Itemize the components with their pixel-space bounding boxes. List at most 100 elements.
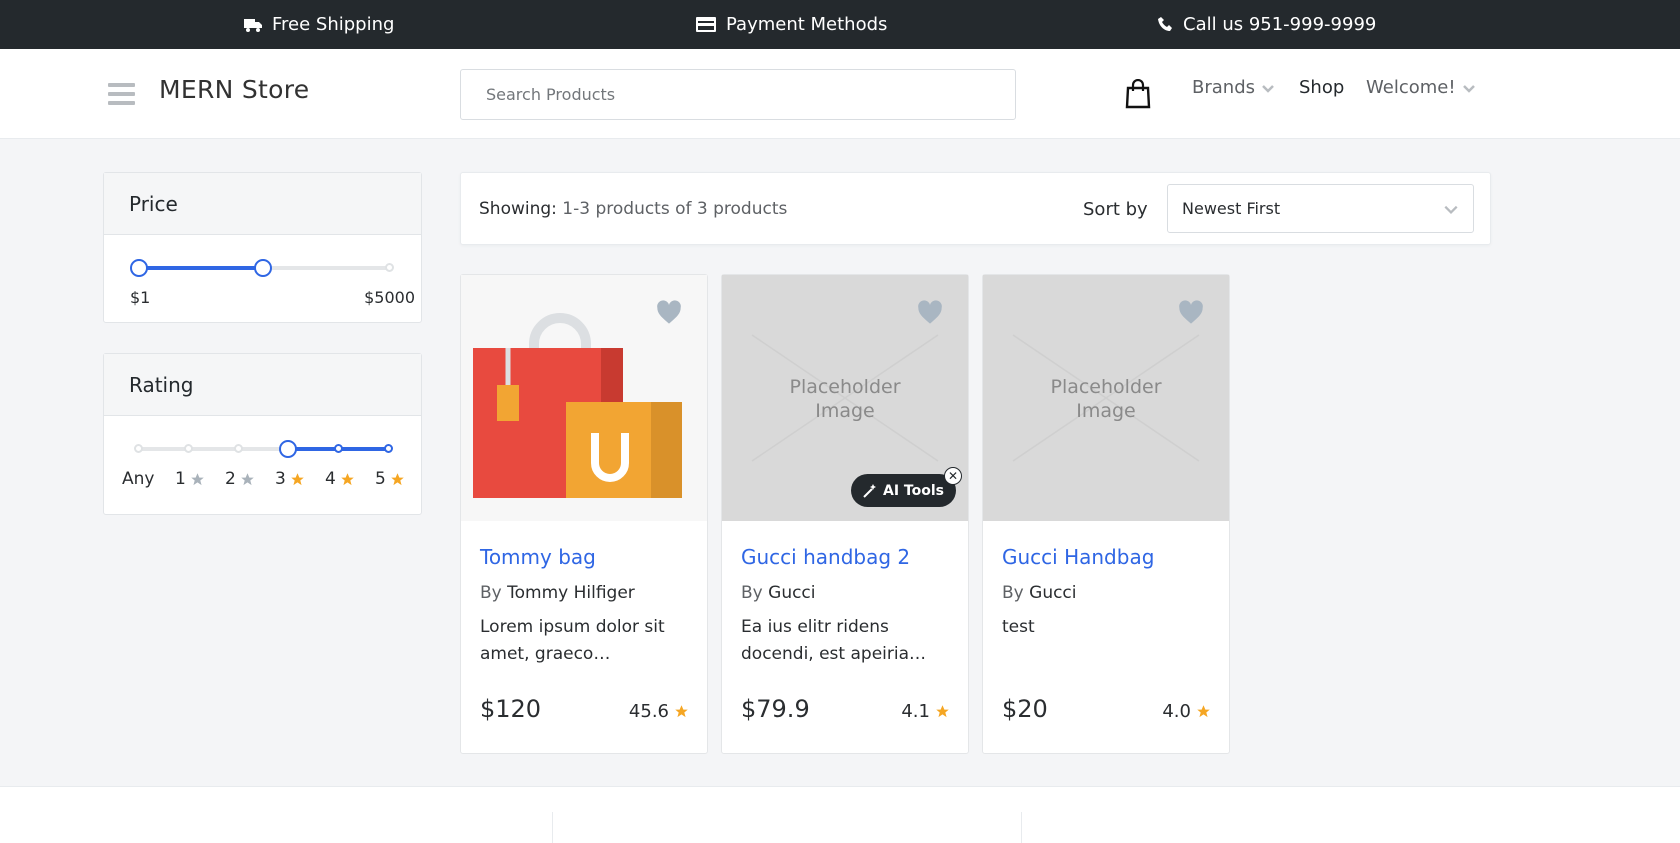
brand-name: Gucci: [1029, 583, 1077, 603]
product-brand: By Tommy Hilfiger: [480, 583, 635, 603]
product-price: $79.9: [741, 695, 810, 723]
rating-option-4[interactable]: 4: [325, 469, 355, 489]
site-header: MERN Store Brands Shop Welcome!: [0, 49, 1680, 139]
payment-methods-label: Payment Methods: [726, 14, 888, 35]
rating-slider[interactable]: Any 1 2 3 4 5: [104, 416, 421, 489]
product-brand: By Gucci: [741, 583, 816, 603]
brands-dropdown[interactable]: Brands: [1192, 77, 1275, 98]
magic-wand-icon: [863, 483, 876, 498]
product-name[interactable]: Gucci handbag 2: [741, 545, 910, 569]
shop-label: Shop: [1299, 77, 1345, 98]
rating-option-5[interactable]: 5: [375, 469, 405, 489]
truck-icon: [244, 18, 262, 32]
heart-icon[interactable]: [916, 299, 944, 325]
rating-filter: Rating Any 1 2 3 4 5: [103, 353, 422, 515]
footer-divider: [552, 812, 553, 843]
chevron-down-icon: [1262, 84, 1274, 93]
chevron-down-icon: [1444, 205, 1458, 214]
rating-filter-title: Rating: [104, 354, 421, 416]
product-name[interactable]: Gucci Handbag: [1002, 545, 1154, 569]
rating-option-any[interactable]: Any: [122, 469, 154, 489]
price-slider-end-mark: [385, 263, 394, 272]
store-logo[interactable]: MERN Store: [159, 75, 309, 104]
star-icon: [291, 472, 304, 485]
product-brand: By Gucci: [1002, 583, 1077, 603]
product-card[interactable]: Tommy bag By Tommy Hilfiger Lorem ipsum …: [460, 274, 708, 754]
product-image[interactable]: Placeholder Image: [983, 275, 1229, 521]
by-label: By: [480, 583, 502, 603]
star-icon: [675, 705, 688, 718]
placeholder-label: Placeholder Image: [1050, 376, 1162, 422]
close-icon[interactable]: ✕: [944, 467, 962, 485]
product-price: $20: [1002, 695, 1048, 723]
price-filter: Price $1 $5000: [103, 172, 422, 323]
price-min-label: $1: [130, 288, 151, 307]
ai-tools-label: AI Tools: [883, 482, 944, 499]
heart-icon[interactable]: [1177, 299, 1205, 325]
rating-mark-4[interactable]: [334, 444, 343, 453]
showing-value: 1-3 products of 3 products: [562, 199, 788, 219]
search-input[interactable]: [460, 69, 1016, 120]
star-icon: [391, 472, 404, 485]
product-card[interactable]: Placeholder Image Gucci handbag 2 By Gucc…: [721, 274, 969, 754]
rating-mark-1[interactable]: [184, 444, 193, 453]
heart-icon[interactable]: [655, 299, 683, 325]
rating-option-3[interactable]: 3: [275, 469, 305, 489]
star-icon: [341, 472, 354, 485]
menu-icon[interactable]: [108, 83, 135, 105]
product-price: $120: [480, 695, 542, 723]
price-slider[interactable]: $1 $5000: [104, 235, 421, 307]
rating-value: 4.1: [901, 701, 930, 722]
by-label: By: [741, 583, 763, 603]
product-card[interactable]: Placeholder Image Gucci Handbag By Gucci …: [982, 274, 1230, 754]
rating-mark-any[interactable]: [134, 444, 143, 453]
product-name[interactable]: Tommy bag: [480, 545, 596, 569]
star-icon: [191, 472, 204, 485]
rating-option-1[interactable]: 1: [175, 469, 205, 489]
product-rating: 4.0: [1162, 701, 1211, 722]
star-icon: [241, 472, 254, 485]
product-rating: 45.6: [629, 701, 689, 722]
rating-option-label: 1: [175, 469, 186, 489]
star-icon: [1197, 705, 1210, 718]
brand-name: Tommy Hilfiger: [507, 583, 635, 603]
chevron-down-icon: [1462, 84, 1475, 93]
rating-value: 45.6: [628, 701, 669, 722]
showing-label: Showing:: [479, 199, 557, 219]
rating-mark-2[interactable]: [234, 444, 243, 453]
payment-methods-info: Payment Methods: [696, 0, 887, 49]
rating-mark-5[interactable]: [384, 444, 393, 453]
product-image[interactable]: [461, 275, 707, 521]
shopping-bag-icon[interactable]: [1125, 79, 1151, 109]
product-description: test: [1002, 617, 1035, 637]
placeholder-label: Placeholder Image: [789, 376, 901, 422]
welcome-dropdown[interactable]: Welcome!: [1366, 77, 1476, 98]
brand-name: Gucci: [768, 583, 816, 603]
footer-divider: [1021, 812, 1022, 843]
product-description: Ea ius elitr ridens docendi, est apeiria…: [741, 617, 926, 664]
free-shipping-info: Free Shipping: [244, 0, 394, 49]
ai-tools-button[interactable]: AI Tools: [851, 474, 956, 507]
call-us-label: Call us 951-999-9999: [1183, 14, 1377, 35]
call-us-info: Call us 951-999-9999: [1158, 0, 1376, 49]
credit-card-icon: [696, 17, 716, 32]
rating-value: 4.0: [1162, 701, 1191, 722]
sort-select[interactable]: Newest First: [1167, 184, 1474, 233]
rating-option-label: 5: [375, 469, 386, 489]
sort-label: Sort by: [1083, 199, 1148, 220]
shop-link[interactable]: Shop: [1299, 77, 1344, 98]
price-slider-range: [139, 266, 264, 270]
brands-label: Brands: [1192, 77, 1255, 98]
sort-value: Newest First: [1182, 199, 1281, 218]
rating-handle[interactable]: [279, 440, 297, 458]
showing-count: Showing: 1-3 products of 3 products: [479, 199, 787, 219]
price-max-handle[interactable]: [254, 259, 272, 277]
phone-icon: [1158, 17, 1172, 31]
product-rating: 4.1: [901, 701, 950, 722]
rating-option-2[interactable]: 2: [225, 469, 255, 489]
price-min-handle[interactable]: [130, 259, 148, 277]
rating-option-label: 3: [275, 469, 286, 489]
top-info-bar: Free Shipping Payment Methods Call us 95…: [0, 0, 1680, 49]
welcome-label: Welcome!: [1366, 77, 1456, 98]
rating-option-label: 4: [325, 469, 336, 489]
